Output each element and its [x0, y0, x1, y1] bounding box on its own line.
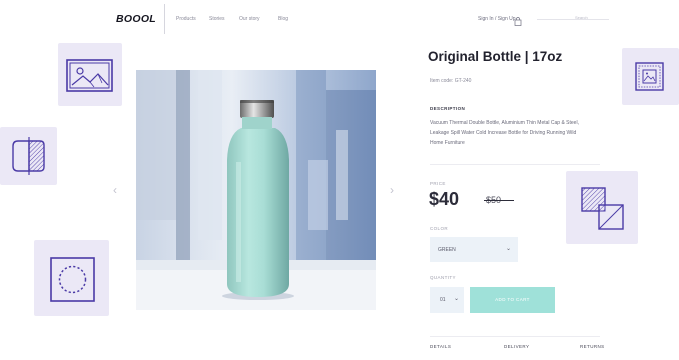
color-label: COLOR [430, 226, 449, 231]
old-price-strike [484, 200, 514, 201]
description-line: Home Furniture [430, 140, 465, 146]
account-link[interactable]: Sign In / Sign Up [478, 16, 516, 22]
quantity-select[interactable]: 01 ⌄ [430, 287, 464, 313]
divider [430, 164, 600, 165]
dotted-circle-icon [50, 257, 95, 302]
description-label: DESCRIPTION [430, 106, 466, 111]
search-underline [537, 19, 609, 20]
nav-blog[interactable]: Blog [278, 16, 288, 22]
nav-stories[interactable]: Stories [209, 16, 225, 22]
tile-framed-image [622, 48, 679, 105]
add-to-cart-label: ADD TO CART [495, 297, 530, 302]
description-line: Vacuum Thermal Double Bottle, Aluminium … [430, 120, 579, 126]
framed-image-icon [635, 62, 664, 91]
description-line: Leakage Spill Water Cold Increase Bottle… [430, 130, 577, 136]
chevron-down-icon: ⌄ [506, 246, 512, 252]
bag-icon[interactable] [514, 13, 522, 31]
tile-overlap-squares [566, 171, 638, 244]
chevron-right-icon[interactable]: › [390, 184, 394, 196]
color-value: GREEN [438, 247, 456, 253]
chevron-left-icon[interactable]: ‹ [113, 184, 117, 196]
split-square-icon [12, 137, 45, 175]
chevron-down-icon: ⌄ [454, 296, 460, 302]
product-image [136, 70, 376, 310]
product-code: Item code: GT-240 [430, 78, 472, 84]
overlap-squares-icon [581, 187, 624, 230]
tab-delivery[interactable]: DELIVERY [504, 344, 529, 349]
logo[interactable]: BOOOL [116, 13, 156, 25]
tabs-divider [430, 336, 600, 337]
tile-dotted-circle [34, 240, 109, 316]
nav-products[interactable]: Products [176, 16, 196, 22]
quantity-value: 01 [440, 297, 446, 303]
tile-split-square [0, 127, 57, 185]
tab-details[interactable]: DETAILS [430, 344, 451, 349]
product-title: Original Bottle | 17oz [428, 49, 563, 64]
tab-returns[interactable]: RETURNS [580, 344, 605, 349]
price-label: PRICE [430, 181, 446, 186]
tile-image [58, 43, 122, 106]
nav-our-story[interactable]: Our story [239, 16, 260, 22]
image-icon [66, 59, 113, 92]
color-select[interactable]: GREEN ⌄ [430, 237, 518, 262]
quantity-label: QUANTITY [430, 275, 456, 280]
header-divider [164, 4, 165, 34]
price: $40 [429, 189, 460, 209]
add-to-cart-button[interactable]: ADD TO CART [470, 287, 555, 313]
